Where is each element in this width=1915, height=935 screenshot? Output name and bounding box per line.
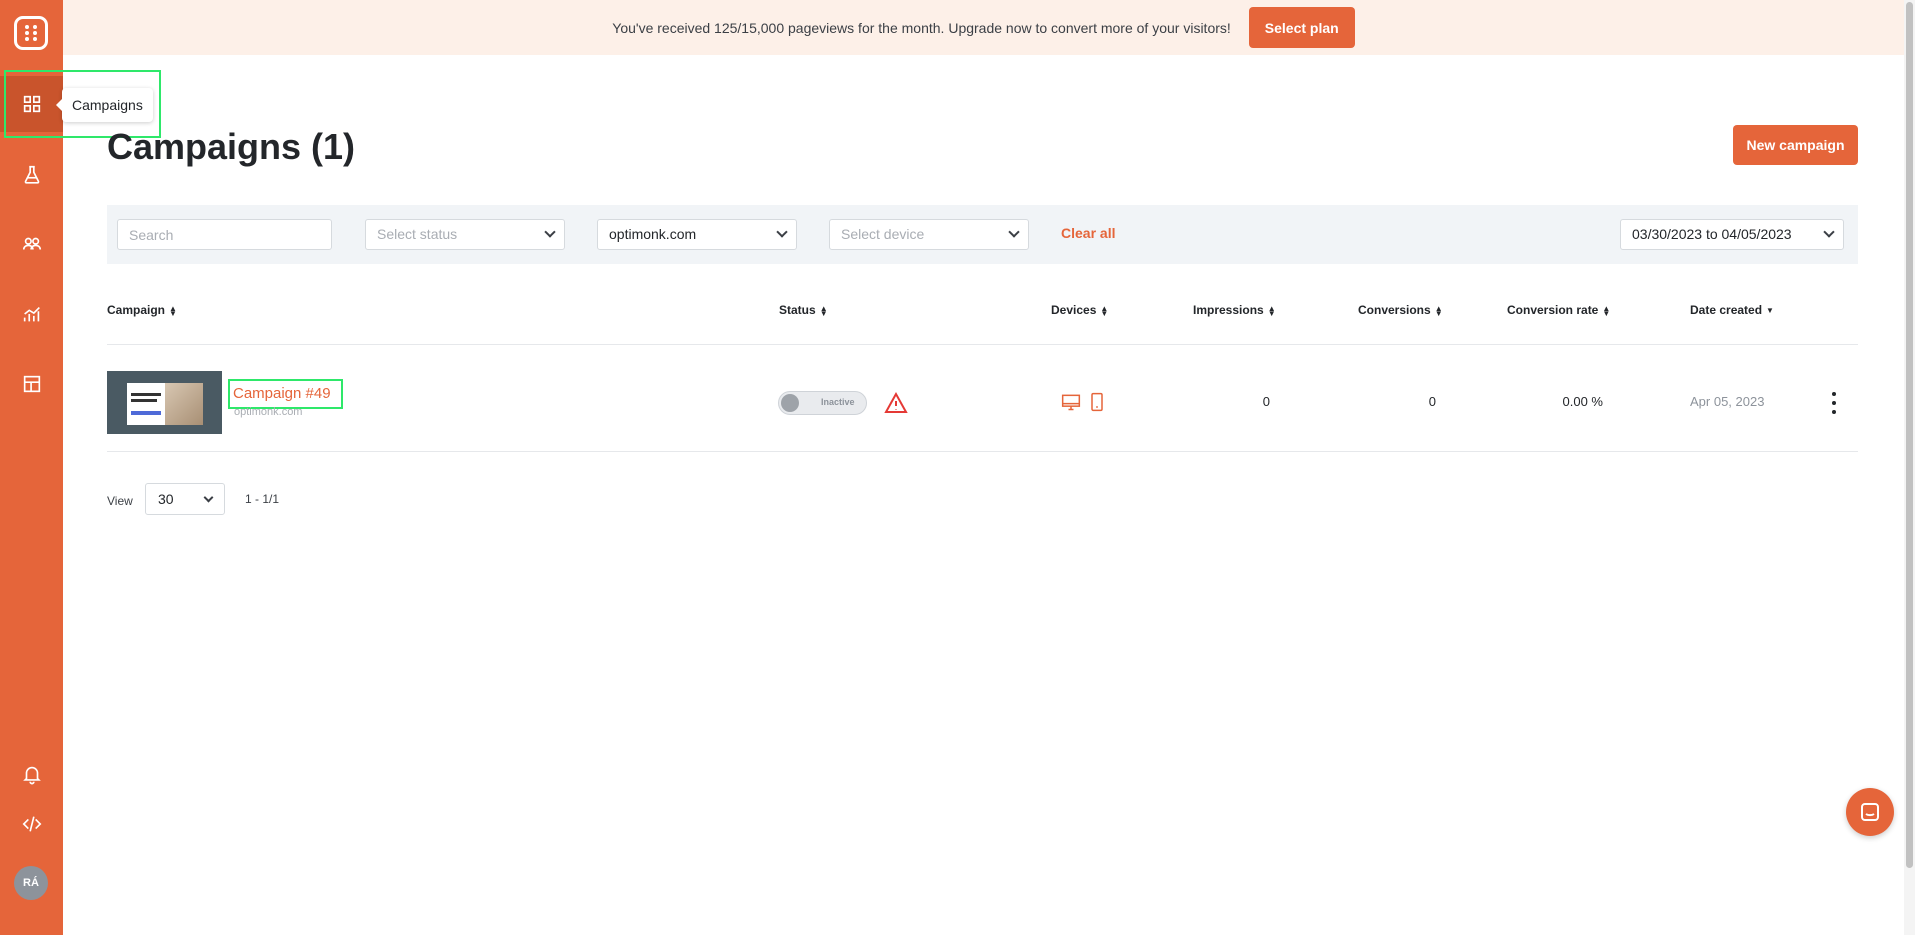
embed-code-button[interactable] [0,796,63,852]
sort-icon: ▲ ▼ [1434,303,1443,318]
campaign-thumbnail[interactable] [107,371,222,434]
per-page-value: 30 [158,491,174,507]
flask-icon [24,165,39,184]
sort-icon: ▲ ▼ [819,303,828,318]
sidebar-item-audience[interactable] [0,216,63,272]
column-header-date-created[interactable]: Date created ▼ [1690,303,1774,317]
column-header-conversion-rate[interactable]: Conversion rate ▲ ▼ [1507,303,1610,317]
conversions-value: 0 [1428,394,1436,409]
per-page-select[interactable]: 30 [145,483,225,515]
sort-desc-icon: ▼ [1766,306,1774,316]
bell-icon [22,766,41,785]
status-toggle[interactable]: Inactive [778,391,867,415]
scrollbar-thumb[interactable] [1906,2,1913,868]
chevron-down-icon [1008,226,1020,238]
new-campaign-button[interactable]: New campaign [1733,125,1858,165]
campaign-name-link[interactable]: Campaign #49 [233,385,331,402]
app-logo[interactable] [14,16,48,50]
upgrade-banner: You've received 125/15,000 pageviews for… [63,0,1904,55]
page-title: Campaigns (1) [107,126,356,167]
sort-icon: ▲ ▼ [1602,303,1611,318]
pagination-range: 1 - 1/1 [245,492,280,506]
chevron-down-icon [1823,226,1835,238]
table-divider [107,451,1858,452]
toggle-knob [781,394,799,412]
column-header-label: Conversion rate [1507,303,1599,317]
view-label: View [107,494,133,508]
column-header-conversions[interactable]: Conversions ▲ ▼ [1358,303,1443,317]
sidebar-item-templates[interactable] [0,356,63,412]
sort-icon: ▲ ▼ [169,303,177,318]
table-divider [107,344,1858,345]
sidebar-item-experiments[interactable] [0,147,63,203]
analytics-icon [23,306,40,322]
select-plan-button[interactable]: Select plan [1248,7,1355,48]
sort-icon: ▲ ▼ [1100,303,1109,318]
chat-icon [1861,803,1879,821]
column-header-label: Impressions [1193,303,1264,317]
domain-select-value: optimonk.com [609,226,697,242]
warning-icon[interactable] [884,391,908,415]
column-header-label: Status [779,303,816,317]
date-created-value: Apr 05, 2023 [1690,394,1765,409]
row-actions-menu[interactable] [1830,392,1838,414]
banner-message: You've received 125/15,000 pageviews for… [612,19,1231,36]
chevron-down-icon [203,492,214,503]
avatar[interactable]: RÁ [14,866,48,900]
code-icon [22,816,41,832]
clear-all-link[interactable]: Clear all [1061,225,1115,241]
users-icon [22,237,41,250]
sidebar-item-campaigns[interactable] [0,76,63,132]
date-range-value: 03/30/2023 to 04/05/2023 [1632,226,1792,242]
status-select[interactable]: Select status [365,219,565,250]
sidebar-item-analytics[interactable] [0,286,63,342]
chevron-down-icon [776,226,788,238]
sidebar-tooltip: Campaigns [56,88,153,122]
sidebar: RÁ [0,0,63,935]
chat-launcher-button[interactable] [1846,788,1894,836]
grid-icon [23,95,40,113]
column-header-label: Conversions [1358,303,1431,317]
desktop-icon [1061,394,1081,411]
column-header-label: Campaign [107,303,166,317]
chevron-down-icon [544,226,556,238]
device-select[interactable]: Select device [829,219,1029,250]
column-header-label: Date created [1690,303,1763,317]
column-header-status[interactable]: Status ▲ ▼ [779,303,828,317]
status-label: Inactive [821,397,855,407]
sort-icon: ▲ ▼ [1267,303,1276,318]
layout-icon [23,375,40,393]
column-header-impressions[interactable]: Impressions ▲ ▼ [1193,303,1276,317]
campaign-domain: optimonk.com [234,406,303,418]
mobile-icon [1091,392,1103,412]
page-scrollbar[interactable] [1904,0,1915,935]
date-range-picker[interactable]: 03/30/2023 to 04/05/2023 [1620,219,1844,250]
device-select-value: Select device [841,226,925,242]
column-header-campaign[interactable]: Campaign ▲ ▼ [107,303,177,317]
domain-select[interactable]: optimonk.com [597,219,797,250]
column-header-label: Devices [1051,303,1097,317]
notifications-button[interactable] [0,746,63,802]
column-header-devices[interactable]: Devices ▲ ▼ [1051,303,1108,317]
conversion-rate-value: 0.00 % [1562,394,1603,409]
search-input[interactable] [117,219,332,250]
status-select-value: Select status [377,226,458,242]
filter-bar: Select status optimonk.com Select device… [107,205,1858,264]
impressions-value: 0 [1262,394,1270,409]
